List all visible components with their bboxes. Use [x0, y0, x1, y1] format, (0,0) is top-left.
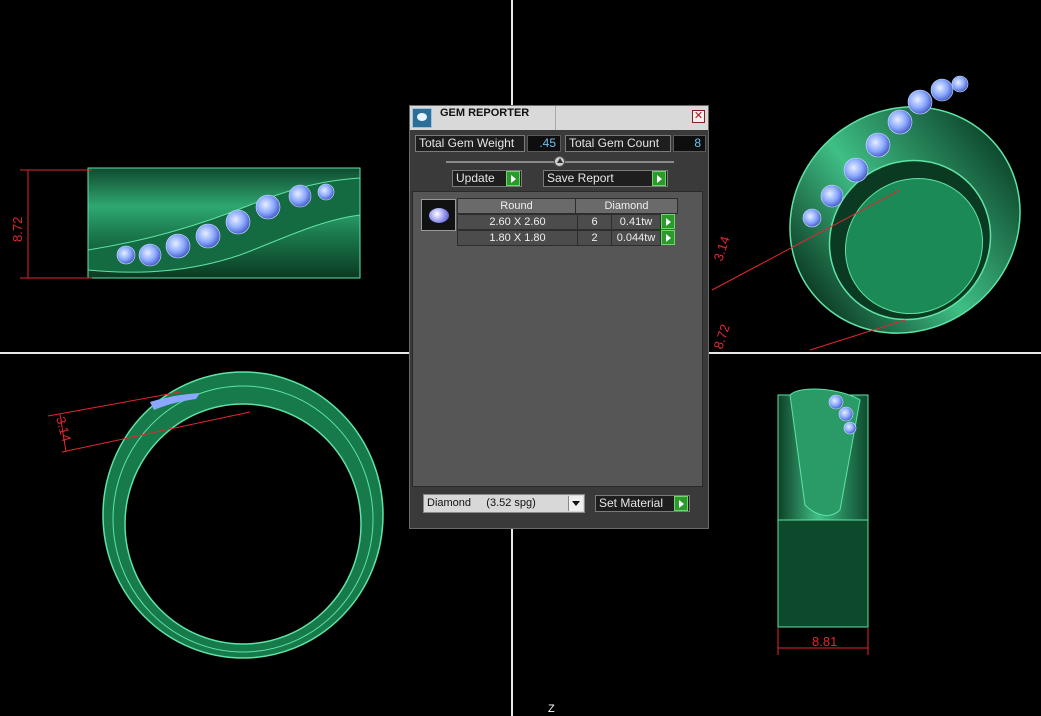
play-arrow-icon[interactable]	[661, 230, 675, 245]
report-header-shape: Round	[457, 198, 576, 214]
z-axis-label: Z	[548, 703, 555, 715]
update-button-label: Update	[456, 171, 495, 185]
total-gem-weight-label: Total Gem Weight	[415, 135, 525, 152]
dimension-label-top: 3.14	[53, 415, 74, 443]
play-arrow-icon[interactable]	[506, 171, 520, 186]
panel-title: GEM REPORTER	[440, 107, 530, 119]
gem-count-cell: 6	[577, 214, 612, 230]
gem-weight-cell: 0.044tw	[611, 230, 661, 246]
dropdown-arrow-icon[interactable]	[568, 496, 583, 511]
material-select-value: Diamond (3.52 spg)	[427, 497, 536, 509]
slider-knob-icon[interactable]	[554, 156, 565, 167]
ring-perspective-view: 3.14 8.72	[711, 75, 1021, 351]
close-icon[interactable]: ✕	[692, 110, 705, 123]
play-arrow-icon[interactable]	[661, 214, 675, 229]
dimension-label-perspective-b: 8.72	[711, 322, 733, 351]
titlebar-divider	[555, 106, 556, 130]
panel-titlebar[interactable]: GEM REPORTER ✕	[410, 106, 708, 130]
gem-report-area[interactable]: Round Diamond 2.60 X 2.60 6 0.41tw 1.80 …	[412, 191, 703, 487]
gem-reporter-panel[interactable]: GEM REPORTER ✕ Total Gem Weight .45 Tota…	[409, 105, 709, 529]
gem-size-cell: 2.60 X 2.60	[457, 214, 578, 230]
save-report-button[interactable]: Save Report	[543, 170, 668, 187]
dimension-label-side: 8.81	[812, 634, 837, 649]
dimension-label-perspective-a: 3.14	[711, 234, 733, 263]
dimension-label-front: 8.72	[10, 217, 25, 242]
set-material-button-label: Set Material	[599, 496, 664, 510]
gem-reporter-icon	[412, 108, 432, 128]
ring-top-view: 3.14	[47, 371, 384, 659]
save-report-button-label: Save Report	[547, 171, 614, 185]
total-gem-count-label: Total Gem Count	[565, 135, 671, 152]
play-arrow-icon[interactable]	[652, 171, 666, 186]
gem-size-cell: 1.80 X 1.80	[457, 230, 578, 246]
report-header-material: Diamond	[575, 198, 678, 214]
gem-weight-cell: 0.41tw	[611, 214, 661, 230]
ring-front-view: 8.72	[10, 167, 361, 279]
material-select[interactable]: Diamond (3.52 spg)	[423, 494, 585, 513]
total-gem-count-value: 8	[673, 135, 706, 152]
total-gem-weight-value: .45	[527, 135, 561, 152]
gem-count-cell: 2	[577, 230, 612, 246]
play-arrow-icon[interactable]	[674, 496, 688, 511]
ring-side-view: 8.81	[777, 388, 869, 655]
gem-thumbnail-icon[interactable]	[421, 199, 456, 231]
